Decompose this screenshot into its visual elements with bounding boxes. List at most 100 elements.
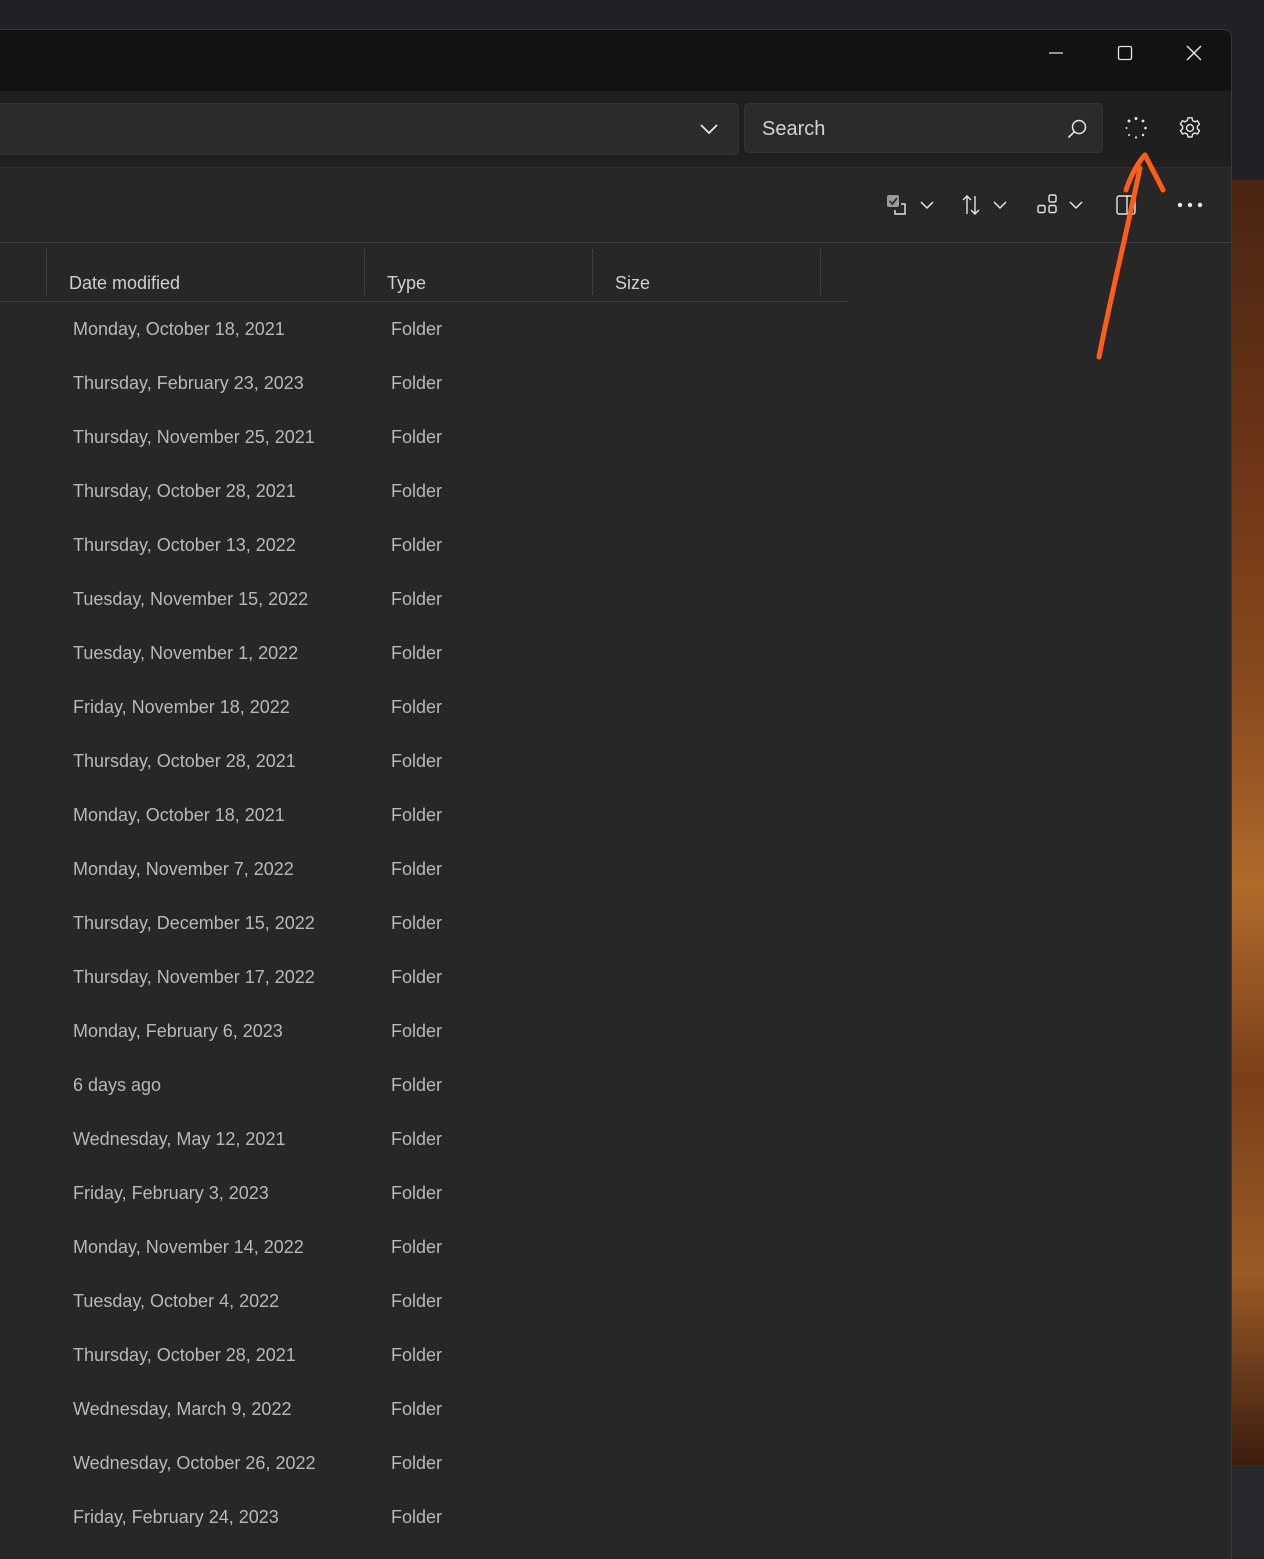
date-modified-cell: Tuesday, November 15, 2022 bbox=[73, 589, 309, 609]
gear-icon bbox=[1179, 117, 1201, 138]
maximize-icon bbox=[1117, 45, 1133, 61]
date-modified-cell: Tuesday, November 1, 2022 bbox=[73, 643, 299, 663]
preview-pane-icon bbox=[1116, 195, 1136, 215]
date-modified-cell: Monday, February 6, 2023 bbox=[73, 1021, 283, 1041]
type-cell: Folder bbox=[391, 1183, 443, 1203]
type-cell: Folder bbox=[391, 1345, 443, 1365]
column-header-size[interactable]: Size bbox=[615, 273, 650, 294]
type-cell: Folder bbox=[391, 751, 443, 771]
file-row[interactable]: Thursday, October 28, 2021 Folder bbox=[0, 464, 1231, 518]
address-row bbox=[0, 91, 1231, 168]
file-row[interactable]: Monday, October 18, 2021 Folder bbox=[0, 788, 1231, 842]
column-separator[interactable] bbox=[820, 249, 821, 295]
file-row[interactable]: Tuesday, October 4, 2022 Folder bbox=[0, 1274, 1231, 1328]
column-separator[interactable] bbox=[364, 249, 365, 295]
file-row[interactable]: Thursday, October 28, 2021 Folder bbox=[0, 1328, 1231, 1382]
search-icon[interactable] bbox=[1066, 118, 1088, 140]
type-cell: Folder bbox=[391, 1021, 443, 1041]
chevron-down-icon bbox=[920, 201, 934, 210]
sort-icon bbox=[962, 195, 980, 215]
type-cell: Folder bbox=[391, 1399, 443, 1419]
column-separator[interactable] bbox=[592, 249, 593, 295]
file-row[interactable]: Thursday, November 25, 2021 Folder bbox=[0, 410, 1231, 464]
settings-button[interactable] bbox=[1172, 113, 1208, 143]
layout-icon bbox=[1037, 194, 1057, 214]
title-bar bbox=[0, 30, 1231, 91]
file-row[interactable]: Thursday, February 23, 2023 Folder bbox=[0, 356, 1231, 410]
file-row[interactable]: Tuesday, November 1, 2022 Folder bbox=[0, 626, 1231, 680]
minimize-button[interactable] bbox=[1022, 30, 1090, 76]
file-row[interactable]: Wednesday, March 9, 2022 Folder bbox=[0, 1382, 1231, 1436]
sync-status-button[interactable] bbox=[1118, 113, 1154, 143]
file-row[interactable]: Friday, February 3, 2023 Folder bbox=[0, 1166, 1231, 1220]
date-modified-cell: Monday, October 18, 2021 bbox=[73, 319, 285, 339]
chevron-down-icon[interactable] bbox=[698, 119, 720, 139]
file-list: Monday, October 18, 2021 Folder Thursday, … bbox=[0, 302, 1231, 1544]
date-modified-cell: Thursday, November 17, 2022 bbox=[73, 967, 315, 987]
file-row[interactable]: Thursday, November 17, 2022 Folder bbox=[0, 950, 1231, 1004]
date-modified-cell: Wednesday, May 12, 2021 bbox=[73, 1129, 286, 1149]
file-row[interactable]: Friday, February 24, 2023 Folder bbox=[0, 1490, 1231, 1544]
type-cell: Folder bbox=[391, 319, 443, 339]
date-modified-cell: Thursday, October 28, 2021 bbox=[73, 1345, 296, 1365]
file-row[interactable]: Friday, November 18, 2022 Folder bbox=[0, 680, 1231, 734]
date-modified-cell: Friday, February 24, 2023 bbox=[73, 1507, 279, 1527]
file-row[interactable]: Wednesday, October 26, 2022 Folder bbox=[0, 1436, 1231, 1490]
sync-status-icon bbox=[1125, 117, 1147, 139]
date-modified-cell: Thursday, December 15, 2022 bbox=[73, 913, 315, 933]
type-cell: Folder bbox=[391, 1075, 443, 1095]
maximize-button[interactable] bbox=[1091, 30, 1159, 76]
preview-pane-button[interactable] bbox=[1110, 188, 1142, 222]
date-modified-cell: 6 days ago bbox=[73, 1075, 162, 1095]
more-options-button[interactable] bbox=[1170, 188, 1210, 222]
date-modified-cell: Wednesday, October 26, 2022 bbox=[73, 1453, 316, 1473]
column-header-type[interactable]: Type bbox=[387, 273, 426, 294]
address-bar[interactable] bbox=[0, 103, 739, 155]
more-options-icon bbox=[1177, 202, 1203, 208]
type-cell: Folder bbox=[391, 481, 443, 501]
file-row[interactable]: Monday, October 18, 2021 Folder bbox=[0, 302, 1231, 356]
file-row[interactable]: Thursday, October 28, 2021 Folder bbox=[0, 734, 1231, 788]
file-row[interactable]: Tuesday, November 15, 2022 Folder bbox=[0, 572, 1231, 626]
column-separator[interactable] bbox=[46, 249, 47, 295]
type-cell: Folder bbox=[391, 535, 443, 555]
type-cell: Folder bbox=[391, 859, 443, 879]
type-cell: Folder bbox=[391, 373, 443, 393]
select-check-icon bbox=[887, 195, 906, 215]
close-button[interactable] bbox=[1160, 30, 1228, 76]
sort-button[interactable] bbox=[956, 188, 1012, 222]
minimize-icon bbox=[1049, 52, 1063, 54]
wallpaper-strip bbox=[1228, 180, 1264, 1465]
date-modified-cell: Thursday, October 13, 2022 bbox=[73, 535, 296, 555]
date-modified-cell: Monday, November 14, 2022 bbox=[73, 1237, 304, 1257]
search-box[interactable] bbox=[744, 103, 1103, 153]
chevron-down-icon bbox=[993, 201, 1007, 210]
type-cell: Folder bbox=[391, 1507, 443, 1527]
date-modified-cell: Monday, October 18, 2021 bbox=[73, 805, 285, 825]
file-row[interactable]: Thursday, December 15, 2022 Folder bbox=[0, 896, 1231, 950]
desktop-edge bbox=[1228, 1465, 1264, 1558]
type-cell: Folder bbox=[391, 1291, 443, 1311]
type-cell: Folder bbox=[391, 427, 443, 447]
date-modified-cell: Thursday, February 23, 2023 bbox=[73, 373, 304, 393]
file-row[interactable]: Thursday, October 13, 2022 Folder bbox=[0, 518, 1231, 572]
column-header-date-modified[interactable]: Date modified bbox=[69, 273, 180, 294]
file-row[interactable]: Monday, February 6, 2023 Folder bbox=[0, 1004, 1231, 1058]
type-cell: Folder bbox=[391, 697, 443, 717]
file-row[interactable]: Monday, November 14, 2022 Folder bbox=[0, 1220, 1231, 1274]
select-button[interactable] bbox=[880, 188, 940, 222]
search-input[interactable] bbox=[760, 114, 1044, 144]
date-modified-cell: Monday, November 7, 2022 bbox=[73, 859, 294, 879]
file-row[interactable]: Wednesday, May 12, 2021 Folder bbox=[0, 1112, 1231, 1166]
layout-button[interactable] bbox=[1030, 188, 1090, 222]
type-cell: Folder bbox=[391, 1453, 443, 1473]
file-row[interactable]: 6 days ago Folder bbox=[0, 1058, 1231, 1112]
chevron-down-icon bbox=[1069, 201, 1083, 210]
type-cell: Folder bbox=[391, 805, 443, 825]
file-row[interactable]: Monday, November 7, 2022 Folder bbox=[0, 842, 1231, 896]
type-cell: Folder bbox=[391, 1237, 443, 1257]
date-modified-cell: Thursday, November 25, 2021 bbox=[73, 427, 315, 447]
date-modified-cell: Thursday, October 28, 2021 bbox=[73, 481, 296, 501]
type-cell: Folder bbox=[391, 967, 443, 987]
date-modified-cell: Tuesday, October 4, 2022 bbox=[73, 1291, 280, 1311]
